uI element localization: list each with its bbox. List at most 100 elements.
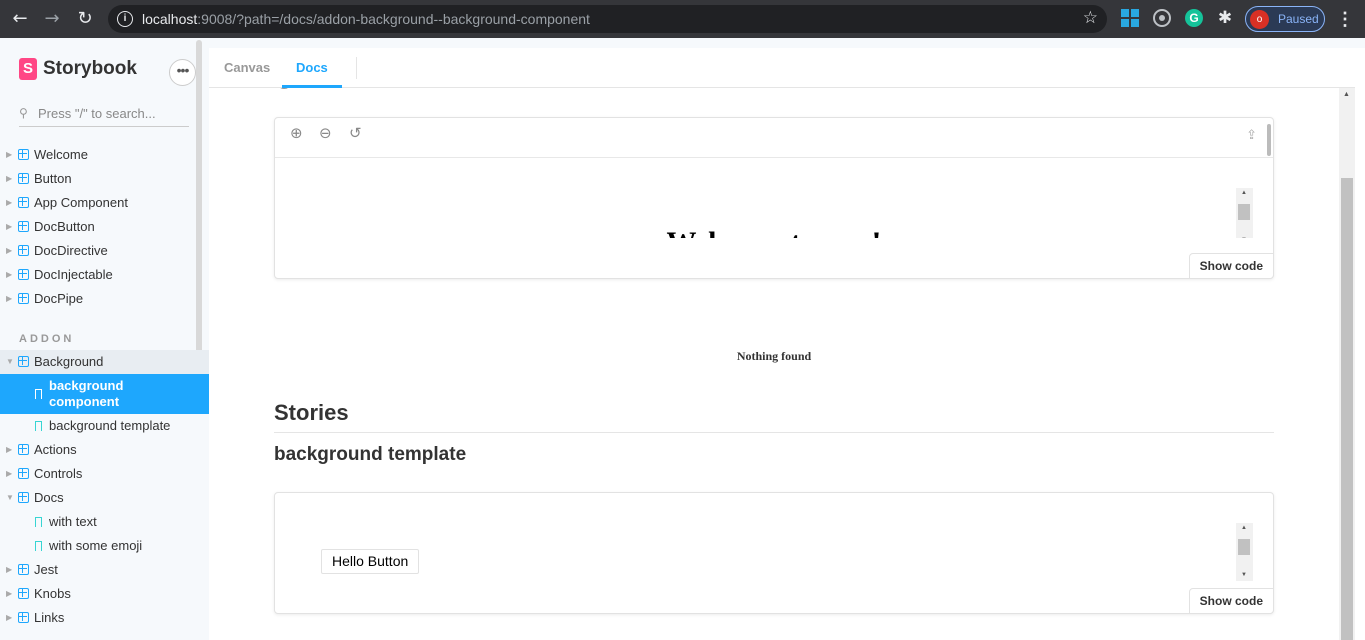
caret-right-icon: ▶	[6, 294, 13, 303]
sidebar-item-knobs[interactable]: ▶ Knobs	[0, 582, 209, 606]
scroll-up-arrow-icon[interactable]: ▲	[1343, 91, 1350, 98]
avatar: o	[1250, 10, 1269, 29]
sidebar-item-docdirective[interactable]: ▶ DocDirective	[0, 239, 209, 263]
caret-right-icon: ▶	[6, 270, 13, 279]
sidebar-item-controls[interactable]: ▶ Controls	[0, 462, 209, 486]
windows-extension-icon[interactable]	[1121, 9, 1139, 27]
caret-right-icon: ▶	[6, 469, 13, 478]
tab-canvas[interactable]: Canvas	[210, 48, 284, 88]
component-icon	[18, 149, 29, 160]
zoom-in-icon[interactable]: ⊕	[290, 124, 303, 142]
component-icon	[18, 269, 29, 280]
stories-heading: Stories	[274, 400, 1274, 433]
sidebar-item-docpipe[interactable]: ▶ DocPipe	[0, 287, 209, 311]
profile-button[interactable]: o Paused	[1245, 6, 1325, 32]
address-bar[interactable]: i localhost:9008/?path=/docs/addon-backg…	[108, 5, 1107, 33]
caret-right-icon: ▶	[6, 222, 13, 231]
sidebar-item-button[interactable]: ▶ Button	[0, 167, 209, 191]
kebab-menu-icon[interactable]: ⋮	[1336, 8, 1354, 30]
share-icon[interactable]: ⇪	[1246, 128, 1257, 143]
scroll-thumb[interactable]	[1238, 204, 1250, 220]
component-icon	[18, 293, 29, 304]
iframe-scrollbar[interactable]: ▲ ▼	[1236, 523, 1253, 581]
sidebar-item-background-template[interactable]: background template	[0, 414, 209, 438]
sidebar-nav: ▶ Welcome ▶ Button ▶ App Component ▶ DocButt…	[0, 143, 209, 630]
component-icon	[18, 245, 29, 256]
more-options-button[interactable]: •••	[169, 59, 196, 86]
component-icon	[18, 444, 29, 455]
scroll-thumb[interactable]	[1238, 539, 1250, 555]
caret-right-icon: ▶	[6, 613, 13, 622]
scroll-thumb[interactable]	[1341, 178, 1353, 640]
scroll-down-arrow-icon[interactable]: ▼	[1241, 237, 1247, 238]
sidebar-item-docs[interactable]: ▼ Docs	[0, 486, 209, 510]
storybook-brand[interactable]: S Storybook	[19, 58, 137, 80]
component-icon	[18, 612, 29, 623]
show-code-button[interactable]: Show code	[1188, 253, 1274, 279]
extensions-puzzle-icon[interactable]: ✱	[1216, 9, 1234, 27]
brand-name: Storybook	[43, 58, 137, 79]
storybook-logo-icon: S	[19, 58, 37, 80]
show-code-button[interactable]: Show code	[1188, 588, 1274, 614]
caret-right-icon: ▶	[6, 150, 13, 159]
grammarly-extension-icon[interactable]: G	[1185, 9, 1203, 27]
sidebar-item-app-component[interactable]: ▶ App Component	[0, 191, 209, 215]
url-text[interactable]: localhost:9008/?path=/docs/addon-backgro…	[142, 11, 590, 27]
tab-docs[interactable]: Docs	[282, 48, 342, 88]
caret-down-icon: ▼	[6, 493, 14, 502]
bookmark-icon	[35, 421, 42, 431]
hello-button[interactable]: Hello Button	[321, 549, 420, 574]
scroll-up-arrow-icon[interactable]: ▲	[1241, 190, 1247, 196]
search-box[interactable]: ⚲	[19, 104, 189, 127]
sidebar-item-with-text[interactable]: with text	[0, 510, 209, 534]
caret-down-icon: ▼	[6, 357, 14, 366]
panel-gap	[209, 38, 1365, 48]
story-preview-template: Hello Button ▲ ▼ Show code	[274, 492, 1274, 614]
zoom-reset-icon[interactable]: ↺	[349, 124, 362, 142]
bookmark-star-icon[interactable]: ☆	[1083, 8, 1098, 28]
sidebar-item-docbutton[interactable]: ▶ DocButton	[0, 215, 209, 239]
preview-toolbar-scrollbar[interactable]	[1267, 124, 1271, 156]
storybook-sidebar: S Storybook ••• ⚲ ▶Welcome ▶Button ▶App …	[0, 38, 209, 640]
nothing-found-text: Nothing found	[736, 349, 812, 363]
bookmark-icon	[35, 541, 42, 551]
docs-toolbar: Canvas Docs	[209, 48, 1355, 88]
sidebar-item-jest[interactable]: ▶ Jest	[0, 558, 209, 582]
record-extension-icon[interactable]	[1153, 9, 1171, 27]
story-iframe: Welcome to app! ▲ ▼	[275, 158, 1273, 238]
caret-right-icon: ▶	[6, 246, 13, 255]
component-icon	[18, 564, 29, 575]
main-scrollbar[interactable]: ▲	[1339, 88, 1355, 640]
story-title: background template	[274, 444, 467, 465]
sidebar-item-docinjectable[interactable]: ▶ DocInjectable	[0, 263, 209, 287]
caret-right-icon: ▶	[6, 445, 13, 454]
component-icon	[18, 197, 29, 208]
sidebar-item-with-some-emoji[interactable]: with some emoji	[0, 534, 209, 558]
scroll-up-arrow-icon[interactable]: ▲	[1241, 525, 1247, 531]
component-icon	[18, 356, 29, 367]
scroll-down-arrow-icon[interactable]: ▼	[1241, 572, 1247, 578]
forward-arrow-icon[interactable]: →	[41, 8, 63, 30]
component-icon	[18, 588, 29, 599]
component-icon	[18, 468, 29, 479]
reload-icon[interactable]: ↻	[74, 8, 96, 30]
component-icon	[18, 492, 29, 503]
browser-toolbar: ← → ↻ i localhost:9008/?path=/docs/addon…	[0, 0, 1365, 38]
component-icon	[18, 173, 29, 184]
sidebar-item-welcome[interactable]: ▶ Welcome	[0, 143, 209, 167]
sidebar-item-background-component[interactable]: background component	[0, 374, 209, 414]
back-arrow-icon[interactable]: ←	[9, 8, 31, 30]
profile-status: Paused	[1278, 12, 1319, 26]
zoom-out-icon[interactable]: ⊖	[319, 124, 332, 142]
caret-right-icon: ▶	[6, 198, 13, 207]
caret-right-icon: ▶	[6, 565, 13, 574]
sidebar-item-background[interactable]: ▼ Background	[0, 350, 209, 374]
search-input[interactable]	[38, 106, 188, 121]
toolbar-divider	[356, 57, 357, 79]
bookmark-icon	[35, 517, 42, 527]
sidebar-item-links[interactable]: ▶ Links	[0, 606, 209, 630]
docs-panel: g ⊕ ⊖ ↺ ⇪ Welcome to app! ▲ ▼ Show code …	[209, 38, 1365, 640]
iframe-scrollbar[interactable]: ▲ ▼	[1236, 188, 1253, 238]
site-info-icon[interactable]: i	[117, 11, 133, 27]
sidebar-item-actions[interactable]: ▶ Actions	[0, 438, 209, 462]
